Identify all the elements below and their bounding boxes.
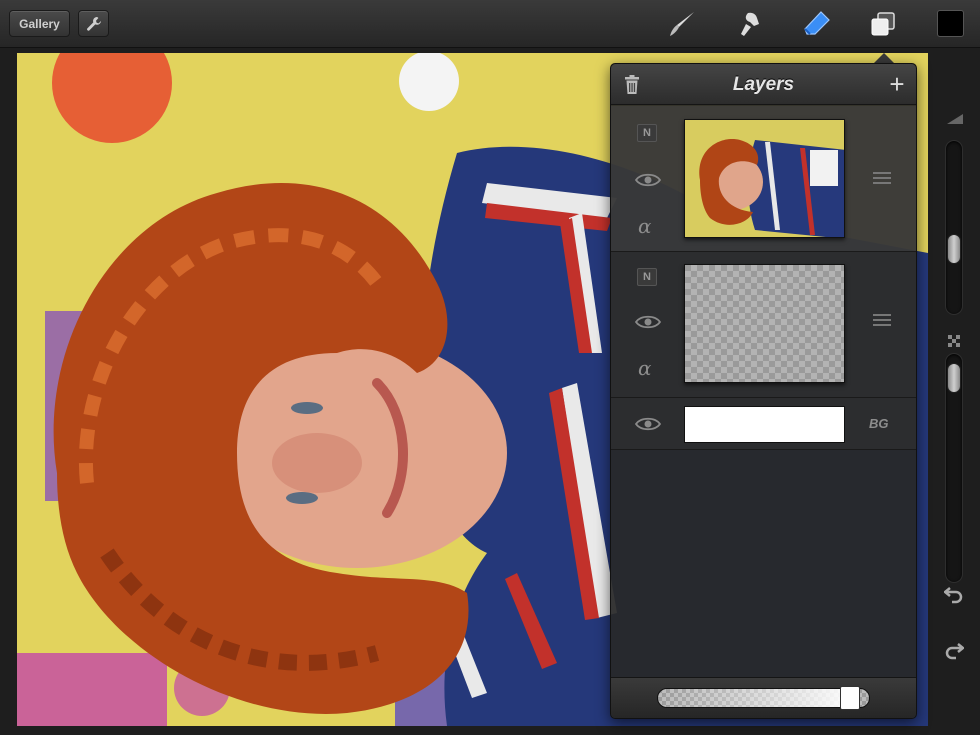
layer-opacity-fill: [658, 689, 861, 707]
blend-mode-button[interactable]: N: [637, 124, 657, 142]
top-toolbar: Gallery: [0, 0, 980, 48]
layer-thumbnail[interactable]: [684, 264, 845, 383]
background-color-thumbnail[interactable]: [684, 406, 845, 443]
layer-opacity-knob[interactable]: [840, 686, 861, 710]
redo-icon[interactable]: [944, 640, 964, 660]
alpha-lock-button[interactable]: α: [638, 356, 658, 380]
undo-icon[interactable]: [944, 584, 964, 604]
layer-thumbnail-image: [685, 120, 844, 237]
eye-icon[interactable]: [635, 314, 661, 330]
layer-row-empty[interactable]: N α: [611, 252, 916, 398]
eraser-icon: [804, 11, 830, 35]
gallery-button[interactable]: Gallery: [9, 10, 70, 37]
layers-panel: Layers + N α N α BG: [610, 63, 917, 719]
add-layer-button[interactable]: +: [885, 70, 909, 98]
drag-handle[interactable]: [873, 172, 891, 186]
brush-opacity-marker-icon: [948, 335, 960, 347]
eye-icon[interactable]: [635, 172, 661, 188]
brush-size-slider[interactable]: [945, 140, 963, 315]
smudge-icon: [741, 12, 759, 36]
layers-panel-title: Layers: [732, 74, 795, 95]
layers-icon: [871, 12, 895, 36]
eraser-tool[interactable]: [801, 8, 833, 40]
alpha-lock-button[interactable]: α: [638, 214, 658, 238]
layer-row-background[interactable]: BG: [611, 398, 916, 450]
layers-panel-header: Layers +: [611, 64, 916, 105]
blend-mode-button[interactable]: N: [637, 268, 657, 286]
brush-opacity-thumb[interactable]: [947, 363, 961, 393]
side-controls: [932, 48, 980, 735]
color-swatch[interactable]: [937, 10, 964, 37]
layers-tool[interactable]: [867, 8, 899, 40]
brush-size-thumb[interactable]: [947, 234, 961, 265]
wrench-icon: [86, 16, 101, 31]
brush-tool[interactable]: [666, 8, 698, 40]
brush-size-marker-icon: [947, 114, 963, 124]
smudge-tool[interactable]: [734, 8, 766, 40]
drag-handle[interactable]: [873, 314, 891, 328]
eye-icon[interactable]: [635, 416, 661, 432]
settings-button[interactable]: [78, 10, 109, 37]
layers-panel-footer: [611, 677, 916, 718]
background-label: BG: [869, 416, 889, 431]
layer-thumbnail[interactable]: [684, 119, 845, 238]
brush-icon: [670, 12, 694, 36]
layer-opacity-slider[interactable]: [657, 688, 870, 708]
layer-row-photo[interactable]: N α: [611, 106, 916, 252]
layers-popover-arrow: [874, 53, 894, 63]
